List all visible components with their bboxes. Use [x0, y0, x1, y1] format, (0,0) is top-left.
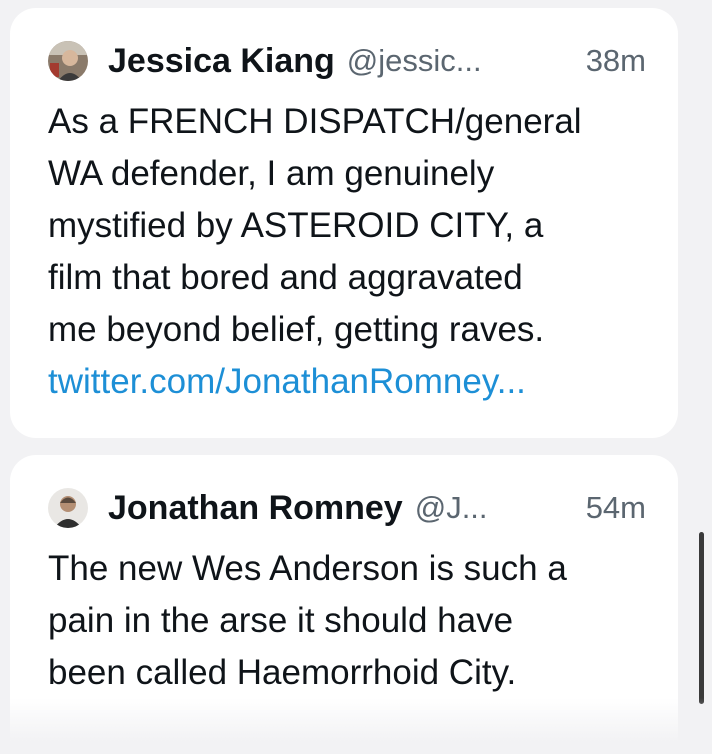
tweet-line: As a FRENCH DISPATCH/general: [48, 102, 582, 141]
tweet-header: Jessica Kiang @jessic... 38m: [48, 36, 646, 86]
tweet-line: been called Haemorrhoid City.: [48, 653, 517, 692]
tweet-line: me beyond belief, getting raves.: [48, 310, 545, 349]
avatar[interactable]: [48, 488, 88, 528]
user-handle[interactable]: @jessic...: [347, 43, 482, 79]
avatar[interactable]: [48, 41, 88, 81]
bottom-fade: [0, 698, 712, 754]
tweet-card[interactable]: Jessica Kiang @jessic... 38m As a FRENCH…: [10, 8, 678, 438]
tweet-line: mystified by ASTEROID CITY, a: [48, 206, 544, 245]
tweet-header: Jonathan Romney @J... 54m: [48, 483, 646, 533]
display-name[interactable]: Jonathan Romney: [108, 489, 403, 528]
tweet-link[interactable]: twitter.com/JonathanRomney...: [48, 356, 646, 408]
tweet-line: film that bored and aggravated: [48, 258, 523, 297]
timestamp[interactable]: 38m: [586, 43, 646, 79]
tweet-line: The new Wes Anderson is such a: [48, 549, 567, 588]
user-handle[interactable]: @J...: [415, 490, 488, 526]
tweet-text: The new Wes Anderson is such a pain in t…: [48, 543, 646, 699]
tweet-text: As a FRENCH DISPATCH/general WA defender…: [48, 96, 646, 408]
timestamp[interactable]: 54m: [586, 490, 646, 526]
tweet-line: WA defender, I am genuinely: [48, 154, 495, 193]
display-name[interactable]: Jessica Kiang: [108, 42, 335, 81]
scrollbar[interactable]: [699, 532, 704, 704]
tweet-line: pain in the arse it should have: [48, 601, 514, 640]
